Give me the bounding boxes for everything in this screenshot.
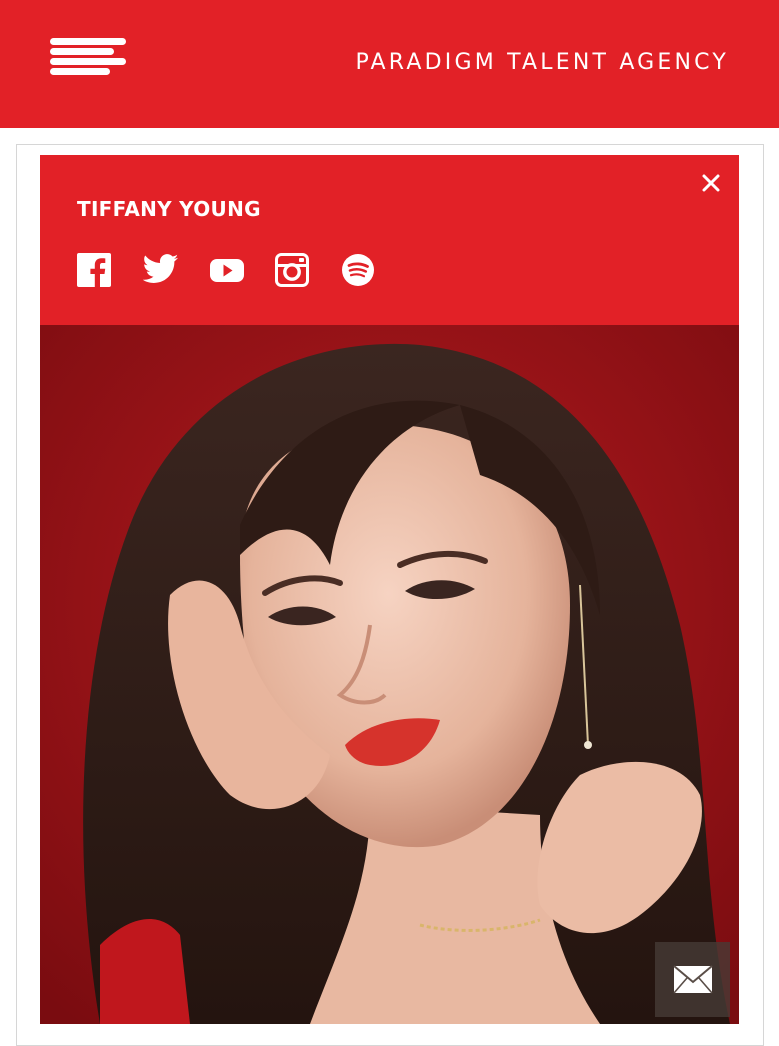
spotify-icon[interactable]	[341, 253, 377, 289]
site-header: PARADIGM TALENT AGENCY	[0, 0, 779, 128]
hamburger-menu-icon[interactable]	[50, 38, 128, 80]
mail-button[interactable]	[655, 942, 730, 1017]
facebook-icon[interactable]	[77, 253, 113, 289]
artist-name: TIFFANY YOUNG	[77, 197, 261, 221]
instagram-icon[interactable]	[275, 253, 311, 289]
artist-info-panel: TIFFANY YOUNG	[40, 155, 739, 325]
mail-icon	[673, 965, 713, 994]
artist-portrait	[40, 325, 739, 1024]
youtube-icon[interactable]	[209, 253, 245, 289]
brand-logo-text[interactable]: PARADIGM TALENT AGENCY	[355, 50, 729, 75]
close-icon[interactable]	[699, 171, 723, 195]
twitter-icon[interactable]	[142, 253, 179, 289]
